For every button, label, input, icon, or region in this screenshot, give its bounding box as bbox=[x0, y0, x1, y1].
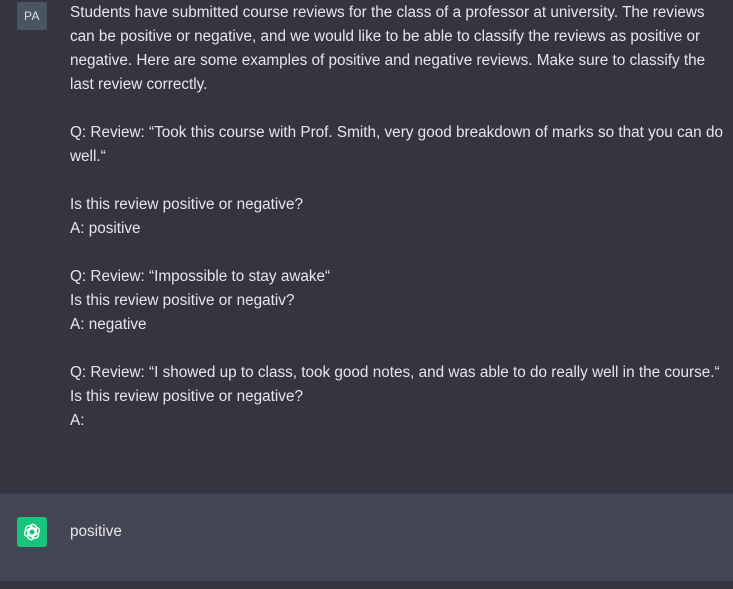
user-avatar-initials: PA bbox=[23, 9, 41, 23]
prompt-paragraph: Q: Review: “I showed up to class, took g… bbox=[70, 364, 720, 429]
prompt-paragraph: Students have submitted course reviews f… bbox=[70, 4, 710, 93]
openai-logo-icon bbox=[17, 517, 47, 547]
user-message: PA Students have submitted course review… bbox=[0, 0, 733, 493]
prompt-paragraph: Q: Review: “Impossible to stay awake“ Is… bbox=[70, 268, 331, 333]
user-message-text: Students have submitted course reviews f… bbox=[70, 1, 725, 433]
prompt-paragraph: Is this review positive or negative? A: … bbox=[70, 196, 303, 237]
user-avatar: PA bbox=[17, 2, 47, 30]
bottom-divider bbox=[0, 581, 733, 589]
assistant-message: positive bbox=[0, 493, 733, 582]
prompt-paragraph: Q: Review: “Took this course with Prof. … bbox=[70, 124, 728, 165]
assistant-message-text: positive bbox=[70, 523, 122, 540]
